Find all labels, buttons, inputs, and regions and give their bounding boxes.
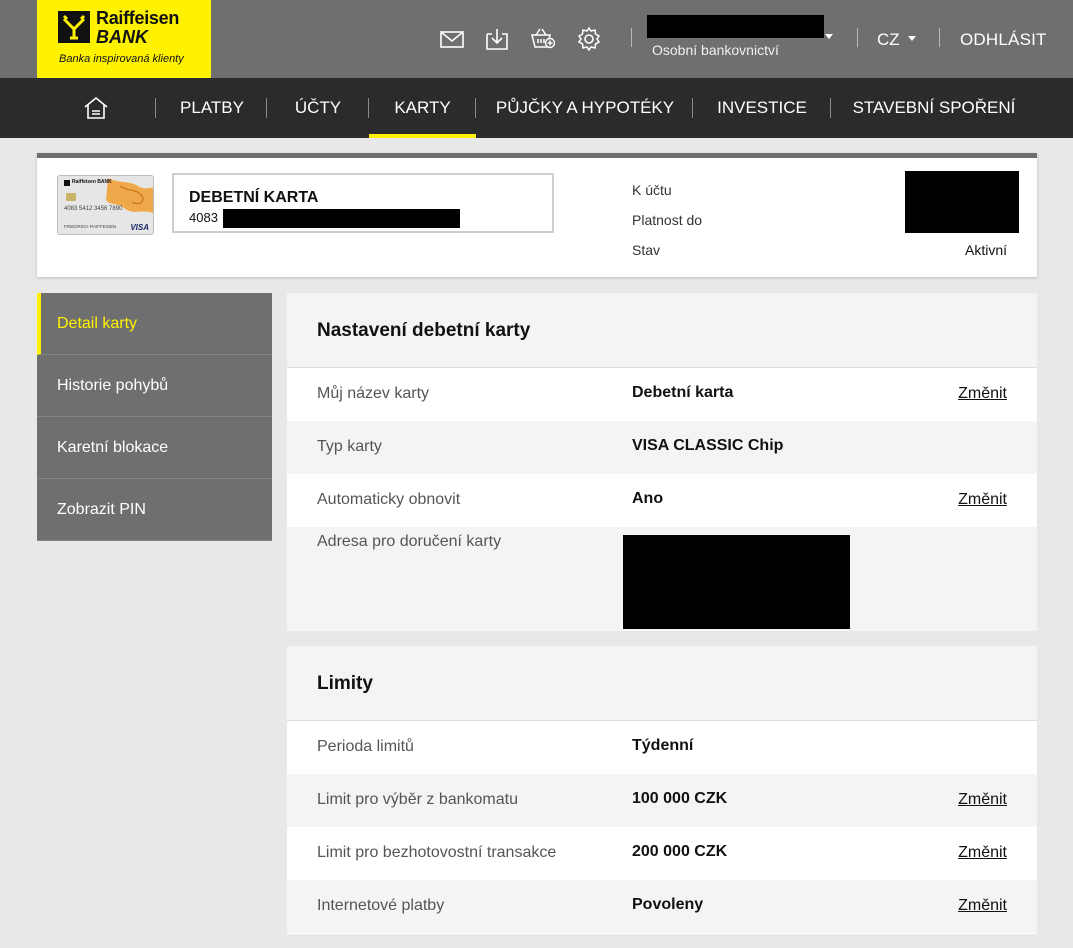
- sidebar-item-history[interactable]: Historie pohybů: [37, 355, 272, 417]
- logout-button[interactable]: ODHLÁSIT: [960, 30, 1047, 50]
- raiffeisen-gable-icon: [58, 11, 90, 43]
- change-auto-renew-link[interactable]: Změnit: [958, 491, 1007, 509]
- table-row: Limit pro bezhotovostní transakce 200 00…: [287, 827, 1037, 880]
- row-value: VISA CLASSIC Chip: [632, 437, 784, 454]
- row-label: Typ karty: [317, 438, 382, 455]
- nav-item-investice[interactable]: INVESTICE: [709, 78, 815, 138]
- brand-name: Raiffeisen: [96, 8, 180, 28]
- limits-header: Limity: [287, 646, 1037, 721]
- mail-icon[interactable]: [439, 26, 465, 52]
- card-title: DEBETNÍ KARTA: [189, 189, 319, 206]
- row-label: Limit pro výběr z bankomatu: [317, 791, 518, 808]
- divider: [631, 28, 632, 47]
- change-card-name-link[interactable]: Změnit: [958, 385, 1007, 403]
- card-sidebar: Detail karty Historie pohybů Karetní blo…: [37, 293, 272, 541]
- row-value: Týdenní: [632, 737, 694, 754]
- account-validity-redacted: [905, 171, 1019, 233]
- table-row: Automaticky obnovit Ano Změnit: [287, 474, 1037, 527]
- settings-heading: Nastavení debetní karty: [317, 320, 531, 341]
- limits-heading: Limity: [317, 673, 373, 694]
- card-thumb-number: 4083 5412 3456 7890: [64, 206, 123, 212]
- row-value: 100 000 CZK: [632, 790, 728, 807]
- gear-icon[interactable]: [576, 26, 602, 52]
- change-cashless-limit-link[interactable]: Změnit: [958, 844, 1007, 862]
- card-title-box: DEBETNÍ KARTA 4083: [172, 173, 554, 233]
- card-settings-section: Nastavení debetní karty Můj název karty …: [287, 293, 1037, 631]
- table-row: Typ karty VISA CLASSIC Chip: [287, 421, 1037, 474]
- basket-add-icon[interactable]: [530, 26, 556, 52]
- sidebar-item-show-pin[interactable]: Zobrazit PIN: [37, 479, 272, 541]
- row-value: 200 000 CZK: [632, 843, 728, 860]
- user-subtitle[interactable]: Osobní bankovnictví: [652, 42, 779, 58]
- table-row: Adresa pro doručení karty: [287, 527, 1037, 631]
- visa-logo: VISA: [130, 223, 149, 232]
- download-icon[interactable]: [484, 26, 510, 52]
- row-value: Povoleny: [632, 896, 704, 913]
- home-icon[interactable]: [83, 95, 109, 121]
- user-menu-caret-icon[interactable]: [825, 34, 833, 39]
- nav-divider: [830, 98, 831, 118]
- row-label: Limit pro bezhotovostní transakce: [317, 844, 557, 861]
- validity-label: Platnost do: [632, 212, 703, 228]
- divider: [857, 28, 858, 47]
- language-caret-icon[interactable]: [908, 36, 916, 41]
- card-thumb-holder: FRIEDRICH RAIFFEISEN: [64, 224, 117, 229]
- user-name-redacted: [647, 15, 824, 38]
- nav-divider: [266, 98, 267, 118]
- account-label: K účtu: [632, 182, 672, 198]
- settings-header: Nastavení debetní karty: [287, 293, 1037, 368]
- status-value: Aktivní: [964, 242, 1007, 258]
- status-label: Stav: [632, 242, 661, 258]
- nav-item-platby[interactable]: PLATBY: [172, 78, 252, 138]
- card-image: Raiffeisen BANK 4083 5412 3456 7890 FRIE…: [57, 175, 154, 235]
- nav-item-karty[interactable]: KARTY: [369, 78, 476, 138]
- table-row: Limit pro výběr z bankomatu 100 000 CZK …: [287, 774, 1037, 827]
- nav-divider: [155, 98, 156, 118]
- change-atm-limit-link[interactable]: Změnit: [958, 791, 1007, 809]
- row-value: Debetní karta: [632, 384, 734, 401]
- table-row: Perioda limitů Týdenní: [287, 721, 1037, 774]
- brand-tagline: Banka inspirovaná klienty: [59, 53, 184, 65]
- card-number-prefix: 4083: [189, 210, 218, 225]
- table-row: Můj název karty Debetní karta Změnit: [287, 368, 1037, 421]
- card-thumb-brand: Raiffeisen BANK: [72, 179, 112, 185]
- address-redacted: [623, 535, 850, 629]
- top-bar: Raiffeisen BANK Banka inspirovaná klient…: [0, 0, 1073, 78]
- card-summary-panel: Raiffeisen BANK 4083 5412 3456 7890 FRIE…: [37, 153, 1037, 277]
- bank-logo[interactable]: Raiffeisen BANK Banka inspirovaná klient…: [37, 0, 211, 78]
- nav-divider: [692, 98, 693, 118]
- sidebar-item-detail[interactable]: Detail karty: [37, 293, 272, 355]
- limits-section: Limity Perioda limitů Týdenní Limit pro …: [287, 646, 1037, 934]
- sidebar-item-blocks[interactable]: Karetní blokace: [37, 417, 272, 479]
- nav-item-stavebni[interactable]: STAVEBNÍ SPOŘENÍ: [847, 78, 1021, 138]
- brand-name-bank: BANK: [96, 27, 148, 47]
- change-internet-payments-link[interactable]: Změnit: [958, 897, 1007, 915]
- main-nav: PLATBY ÚČTY KARTY PŮJČKY A HYPOTÉKY INVE…: [0, 78, 1073, 138]
- row-label: Internetové platby: [317, 897, 445, 914]
- row-label: Perioda limitů: [317, 738, 414, 755]
- row-value: Ano: [632, 490, 664, 507]
- divider: [939, 28, 940, 47]
- row-label: Automaticky obnovit: [317, 491, 461, 508]
- row-label: Můj název karty: [317, 385, 430, 402]
- language-selector[interactable]: CZ: [877, 30, 900, 50]
- row-label: Adresa pro doručení karty: [317, 533, 502, 550]
- table-row: Internetové platby Povoleny Změnit: [287, 880, 1037, 933]
- card-number-redacted: [223, 209, 460, 228]
- nav-divider: [475, 98, 476, 118]
- nav-item-ucty[interactable]: ÚČTY: [283, 78, 353, 138]
- nav-item-pujcky[interactable]: PŮJČKY A HYPOTÉKY: [492, 78, 678, 138]
